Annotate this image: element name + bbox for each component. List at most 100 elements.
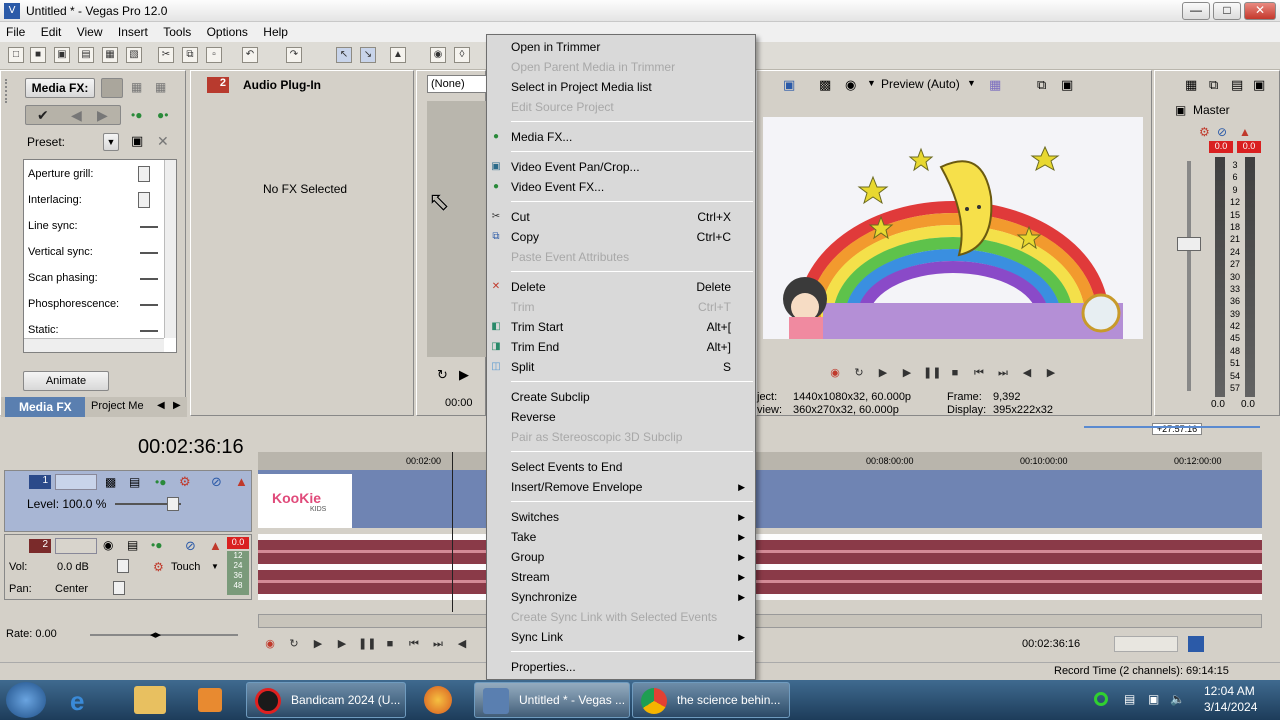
animate-button[interactable]: Animate [23,371,109,391]
menu-item-stream[interactable]: Stream ▶ [511,567,751,587]
menu-edit[interactable]: Edit [35,22,68,42]
menu-options[interactable]: Options [201,22,254,42]
fx-chain-icon[interactable] [101,78,123,98]
menu-file[interactable]: File [0,22,31,42]
quality-dropdown-icon[interactable]: ▼ [967,78,976,88]
video-track-header[interactable]: 1 ▩ ▤ •● ⚙ ⊘ ▲ Level: 100.0 % [4,470,252,532]
render-icon[interactable]: ▦ [102,47,118,63]
maximize-button[interactable]: □ [1213,2,1241,20]
timeline-start-icon[interactable]: ⏮ [406,636,422,652]
start-button[interactable] [6,682,46,718]
track2-mute-icon[interactable]: ⊘ [185,538,196,554]
preview-quality[interactable]: Preview (Auto) [881,77,960,91]
track1-name-field[interactable] [55,474,97,490]
invert-phase-icon[interactable]: ▤ [127,538,138,552]
menu-item-insert-remove-envelope[interactable]: Insert/Remove Envelope ▶ [511,477,751,497]
track2-solo-icon[interactable]: ▲ [209,538,222,553]
task-chrome[interactable]: the science behin... [632,682,790,718]
timeline-prev-icon[interactable]: ◀ [454,636,470,652]
go-to-end-icon[interactable]: ⏭ [995,365,1011,381]
video-track-lane[interactable] [258,470,1262,528]
cut-icon[interactable]: ✂ [158,47,174,63]
tab-scroll-right-icon[interactable]: ▶ [173,400,181,411]
task-vegas[interactable]: Untitled * - Vegas ... [474,682,630,718]
video-clip-thumbnail[interactable]: KooKie KIDS [258,474,352,528]
task-bandicam[interactable]: Bandicam 2024 (U... [246,682,406,718]
stop-icon[interactable]: ■ [947,365,963,381]
copy-snapshot-icon[interactable]: ⧉ [1037,77,1046,93]
plugin-remove-icon[interactable]: ●• [157,108,168,122]
prev-frame-icon[interactable]: ◀ [1019,365,1035,381]
play-from-start-icon[interactable]: ▶ [875,365,891,381]
overlays-icon[interactable]: ▦ [989,77,1001,93]
menu-item-create-subclip[interactable]: Create Subclip [511,387,751,407]
paste-icon[interactable]: ▫ [206,47,222,63]
minimize-button[interactable]: — [1182,2,1210,20]
interlacing-slider[interactable] [138,192,150,208]
automation-icon[interactable]: ⚙ [153,560,164,574]
menu-item-video-event-fx[interactable]: ● Video Event FX... [493,177,751,197]
pan-slider-knob[interactable] [113,581,125,595]
undo-icon[interactable]: ↶ [242,47,258,63]
static-slider[interactable] [140,330,158,332]
mixer-icon[interactable]: ▦ [1185,77,1197,93]
menu-item-select-in-project-media-list[interactable]: Select in Project Media list [511,77,751,97]
dim-icon[interactable]: ▤ [1231,77,1243,93]
region-icon[interactable] [1188,636,1204,652]
master-fx-icon[interactable]: ⚙ [1199,125,1210,139]
downmix-icon[interactable]: ⧉ [1209,77,1218,93]
track1-fx-chain-icon[interactable]: •● [155,475,166,489]
menu-item-open-in-trimmer[interactable]: Open in Trimmer [511,37,751,57]
menu-item-group[interactable]: Group ▶ [511,547,751,567]
trimmer-dropdown[interactable]: (None) [427,75,487,93]
timeline-scrollbar[interactable] [258,614,1262,628]
track1-level-knob[interactable] [167,497,179,511]
recording-indicator-icon[interactable] [1094,692,1108,706]
horizontal-scrollbar[interactable] [24,338,164,352]
grid-icon[interactable]: ▦ [131,80,147,96]
normal-edit-tool-icon[interactable]: ↖ [336,47,352,63]
split-screen-icon[interactable]: ◉ [845,77,856,93]
menu-item-trim-start[interactable]: ◧ Trim Start Alt+[ [491,317,751,337]
automation-dropdown-icon[interactable]: ▼ [211,562,219,571]
arm-record-icon[interactable]: ◉ [103,538,113,552]
menu-item-take[interactable]: Take ▶ [511,527,751,547]
menu-item-select-events-to-end[interactable]: Select Events to End [511,457,751,477]
save-as-icon[interactable]: ▤ [78,47,94,63]
track2-name-field[interactable] [55,538,97,554]
action-center-icon[interactable]: ▣ [1148,692,1159,706]
checkmark-icon[interactable]: ✔ [37,107,49,124]
loop-icon[interactable]: ↻ [851,365,867,381]
menu-item-properties[interactable]: Properties... [511,657,751,677]
track1-fx-icon[interactable]: ⚙ [179,474,191,490]
vertical-sync-slider[interactable] [140,252,158,254]
redo-icon[interactable]: ↷ [286,47,302,63]
save-preset-icon[interactable]: ▣ [131,133,143,149]
close-button[interactable]: ✕ [1244,2,1276,20]
mute-icon[interactable]: ▣ [1253,77,1265,93]
new-file-icon[interactable]: □ [8,47,24,63]
firefox-icon[interactable] [424,686,452,714]
media-player-icon[interactable] [198,688,222,712]
preview-device-icon[interactable]: ▣ [783,77,795,93]
master-solo-icon[interactable]: ▲ [1239,125,1251,139]
track2-fx-chain-icon[interactable]: •● [151,538,162,552]
menu-item-reverse[interactable]: Reverse [511,407,751,427]
split-dropdown-icon[interactable]: ▼ [867,78,876,88]
auto-ripple-icon[interactable]: ▲ [390,47,406,63]
ignore-grouping-icon[interactable]: ◊ [454,47,470,63]
timeline-play-icon[interactable]: ▶ [334,636,350,652]
vol-slider-knob[interactable] [117,559,129,573]
open-folder-icon[interactable]: ■ [30,47,46,63]
preview-fx-icon[interactable]: ▩ [819,77,831,93]
audio-track-lane[interactable] [258,534,1262,600]
menu-item-media-fx[interactable]: ● Media FX... [493,127,751,147]
vertical-scrollbar[interactable] [164,160,176,338]
trimmer-play-icon[interactable]: ▶ [459,367,469,383]
menu-item-delete[interactable]: ✕ Delete Delete [492,277,751,297]
timeline-record-icon[interactable]: ◉ [262,636,278,652]
network-icon[interactable]: ▤ [1124,692,1135,706]
grid-alt-icon[interactable]: ▦ [155,80,171,96]
playhead-cursor[interactable] [452,452,453,612]
track1-solo-icon[interactable]: ▲ [235,474,248,489]
